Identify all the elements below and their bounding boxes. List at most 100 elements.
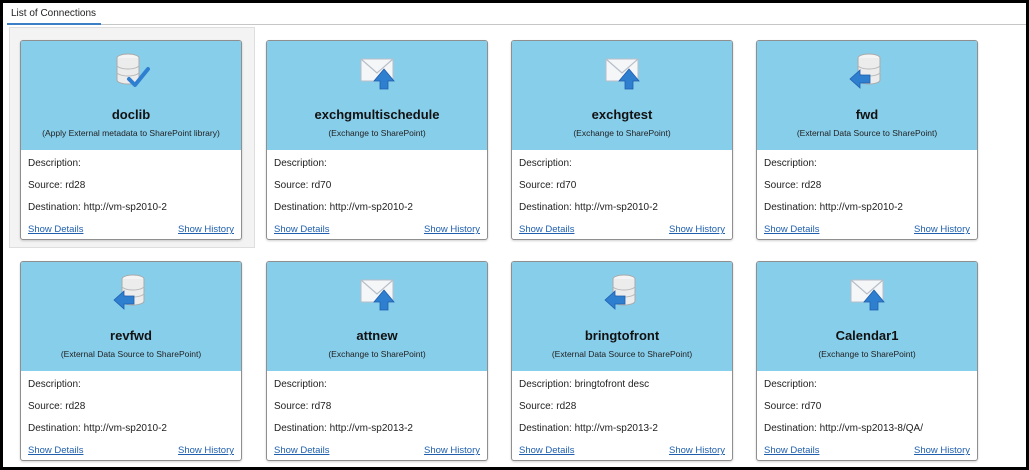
destination-value: http://vm-sp2010-2 [329, 202, 413, 213]
card-subtitle: (Apply External metadata to SharePoint l… [42, 128, 220, 138]
connection-card[interactable]: exchgmultischedule (Exchange to SharePoi… [266, 40, 488, 240]
source-line: Source: rd70 [764, 400, 821, 413]
connection-card[interactable]: bringtofront (External Data Source to Sh… [511, 261, 733, 461]
connection-card[interactable]: revfwd (External Data Source to SharePoi… [20, 261, 242, 461]
show-details-link[interactable]: Show Details [274, 444, 329, 457]
destination-value: http://vm-sp2013-2 [574, 423, 658, 434]
card-header: revfwd (External Data Source to SharePoi… [21, 262, 241, 371]
source-line: Source: rd70 [274, 179, 331, 192]
description-label: Description: [274, 158, 327, 169]
destination-value: http://vm-sp2010-2 [83, 202, 167, 213]
source-label: Source: [519, 180, 554, 191]
card-header: attnew (Exchange to SharePoint) [267, 262, 487, 371]
card-subtitle: (External Data Source to SharePoint) [60, 349, 202, 359]
database-arrow-icon [112, 272, 150, 312]
card-body: Description: Source: rd70 Destination: h… [267, 150, 487, 239]
card-header: Calendar1 (Exchange to SharePoint) [757, 262, 977, 371]
card-body: Description: Source: rd78 Destination: h… [267, 371, 487, 460]
show-history-link[interactable]: Show History [424, 444, 480, 457]
source-value: rd28 [65, 401, 86, 412]
card-body: Description: Source: rd70 Destination: h… [757, 371, 977, 460]
description-line: Description: [274, 157, 327, 170]
card-header: exchgmultischedule (Exchange to SharePoi… [267, 41, 487, 150]
show-history-link[interactable]: Show History [669, 444, 725, 457]
show-history-link[interactable]: Show History [914, 444, 970, 457]
show-details-link[interactable]: Show Details [764, 444, 819, 457]
show-history-link[interactable]: Show History [178, 444, 234, 457]
destination-label: Destination: [28, 423, 81, 434]
source-label: Source: [519, 401, 554, 412]
source-line: Source: rd28 [764, 179, 821, 192]
destination-line: Destination: http://vm-sp2013-2 [274, 422, 413, 435]
destination-line: Destination: http://vm-sp2013-8/QA/ [764, 422, 923, 435]
destination-label: Destination: [274, 423, 327, 434]
destination-value: http://vm-sp2010-2 [819, 202, 903, 213]
source-value: rd70 [311, 180, 332, 191]
card-title: exchgmultischedule [314, 107, 440, 122]
connection-card[interactable]: Calendar1 (Exchange to SharePoint) Descr… [756, 261, 978, 461]
source-line: Source: rd78 [274, 400, 331, 413]
show-history-link[interactable]: Show History [669, 223, 725, 236]
connections-grid: doclib (Apply External metadata to Share… [3, 3, 1026, 467]
database-arrow-icon [848, 51, 886, 91]
connection-card[interactable]: doclib (Apply External metadata to Share… [20, 40, 242, 240]
card-body: Description: Source: rd70 Destination: h… [512, 150, 732, 239]
destination-label: Destination: [764, 202, 817, 213]
database-check-icon [112, 51, 150, 91]
show-details-link[interactable]: Show Details [28, 223, 83, 236]
show-details-link[interactable]: Show Details [519, 444, 574, 457]
description-label: Description: [274, 379, 327, 390]
destination-value: http://vm-sp2010-2 [574, 202, 658, 213]
card-title: revfwd [110, 328, 152, 343]
source-line: Source: rd70 [519, 179, 576, 192]
card-header: exchgtest (Exchange to SharePoint) [512, 41, 732, 150]
card-title: attnew [356, 328, 398, 343]
description-label: Description: [764, 158, 817, 169]
show-history-link[interactable]: Show History [178, 223, 234, 236]
connection-card[interactable]: attnew (Exchange to SharePoint) Descript… [266, 261, 488, 461]
connection-card[interactable]: fwd (External Data Source to SharePoint)… [756, 40, 978, 240]
show-details-link[interactable]: Show Details [274, 223, 329, 236]
source-value: rd78 [311, 401, 332, 412]
show-history-link[interactable]: Show History [914, 223, 970, 236]
destination-label: Destination: [274, 202, 327, 213]
description-line: Description: [764, 378, 817, 391]
source-label: Source: [764, 401, 799, 412]
show-history-link[interactable]: Show History [424, 223, 480, 236]
card-body: Description: Source: rd28 Destination: h… [21, 150, 241, 239]
show-details-link[interactable]: Show Details [519, 223, 574, 236]
destination-line: Destination: http://vm-sp2010-2 [28, 201, 167, 214]
card-subtitle: (Exchange to SharePoint) [328, 128, 426, 138]
connection-card[interactable]: exchgtest (Exchange to SharePoint) Descr… [511, 40, 733, 240]
card-title: fwd [855, 107, 879, 122]
destination-label: Destination: [519, 423, 572, 434]
card-title: doclib [111, 107, 151, 122]
description-line: Description: [519, 157, 572, 170]
source-value: rd28 [556, 401, 577, 412]
source-label: Source: [28, 180, 63, 191]
card-header: fwd (External Data Source to SharePoint) [757, 41, 977, 150]
card-body: Description: Source: rd28 Destination: h… [757, 150, 977, 239]
destination-line: Destination: http://vm-sp2010-2 [519, 201, 658, 214]
destination-value: http://vm-sp2013-8/QA/ [819, 423, 923, 434]
description-value: bringtofront desc [574, 379, 650, 390]
card-header: bringtofront (External Data Source to Sh… [512, 262, 732, 371]
description-line: Description: [274, 378, 327, 391]
source-label: Source: [274, 180, 309, 191]
description-line: Description: bringtofront desc [519, 378, 649, 391]
source-label: Source: [274, 401, 309, 412]
source-line: Source: rd28 [519, 400, 576, 413]
source-label: Source: [764, 180, 799, 191]
show-details-link[interactable]: Show Details [28, 444, 83, 457]
destination-label: Destination: [519, 202, 572, 213]
card-subtitle: (External Data Source to SharePoint) [551, 349, 693, 359]
show-details-link[interactable]: Show Details [764, 223, 819, 236]
mail-upload-icon [848, 272, 886, 312]
description-label: Description: [28, 379, 81, 390]
database-arrow-icon [603, 272, 641, 312]
connections-panel: List of Connections doclib (Apply Extern… [0, 0, 1029, 470]
description-line: Description: [28, 378, 81, 391]
destination-line: Destination: http://vm-sp2010-2 [28, 422, 167, 435]
card-subtitle: (Exchange to SharePoint) [328, 349, 426, 359]
card-body: Description: bringtofront desc Source: r… [512, 371, 732, 460]
